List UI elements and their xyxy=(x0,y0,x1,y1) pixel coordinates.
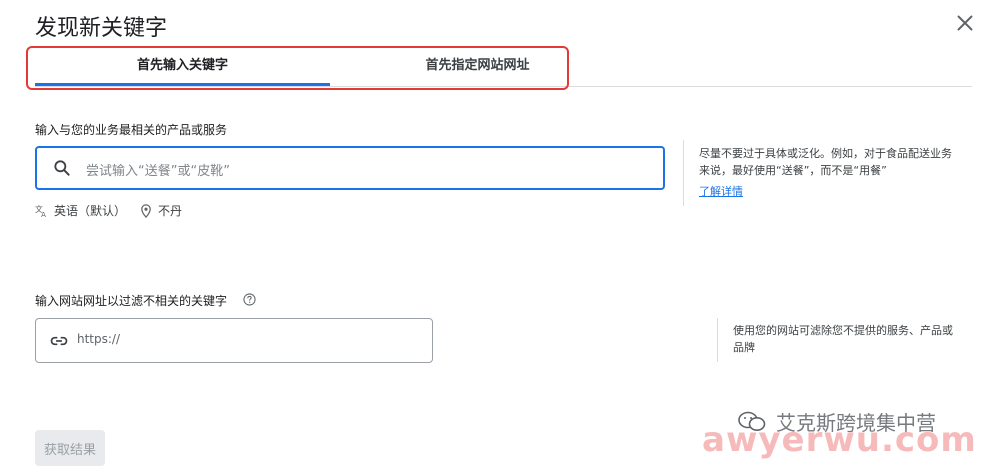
close-button[interactable] xyxy=(952,10,978,36)
url-section-label: 输入网站网址以过滤不相关的关键字 xyxy=(35,294,228,308)
svg-text:A: A xyxy=(41,211,46,218)
keyword-section-label: 输入与您的业务最相关的产品或服务 xyxy=(35,123,228,137)
dialog-title: 发现新关键字 xyxy=(35,16,168,41)
search-placeholder: 尝试输入“送餐”或“皮靴” xyxy=(86,164,230,179)
watermark-domain: awyerwu.com xyxy=(702,420,977,460)
keyword-help-text: 尽量不要过于具体或泛化。例如，对于食品配送业务来说，最好使用“送餐”，而不是“用… xyxy=(699,147,952,177)
translate-icon: 文 A xyxy=(35,203,49,219)
url-help-text: 使用您的网站可滤除您不提供的服务、产品或品牌 xyxy=(733,324,953,354)
tabs-highlight-box xyxy=(26,46,569,90)
url-placeholder: https:// xyxy=(77,332,121,346)
help-divider xyxy=(717,318,718,362)
location-selector[interactable]: 不丹 xyxy=(158,202,182,219)
get-results-button[interactable]: 获取结果 xyxy=(35,430,105,466)
close-icon xyxy=(957,15,973,31)
search-icon xyxy=(52,158,72,178)
location-pin-icon xyxy=(140,203,152,219)
help-divider xyxy=(683,140,684,206)
language-selector[interactable]: 英语（默认） xyxy=(54,202,126,219)
learn-more-link[interactable]: 了解详情 xyxy=(699,183,743,199)
link-icon xyxy=(49,331,69,351)
help-circle-icon[interactable] xyxy=(243,291,256,306)
